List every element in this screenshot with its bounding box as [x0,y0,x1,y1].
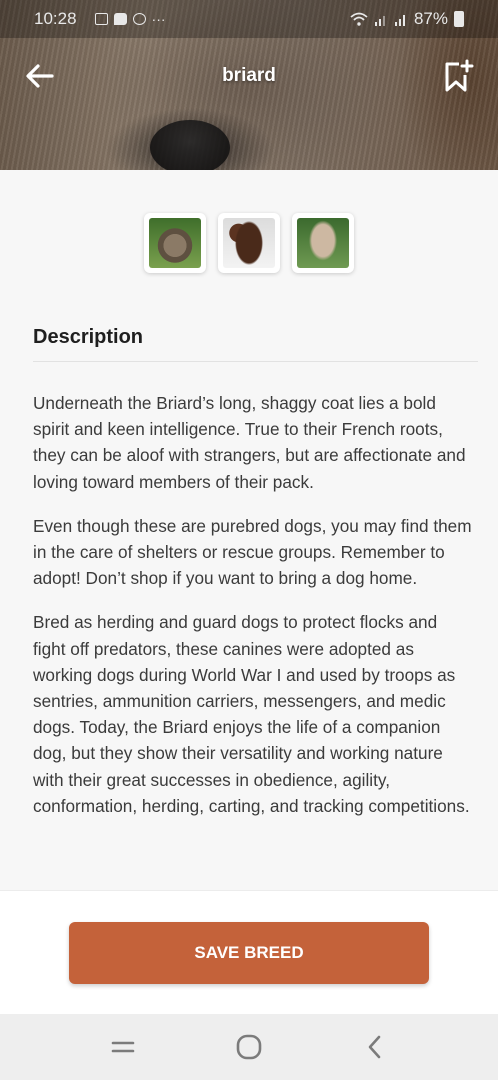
arrow-left-icon [26,64,54,88]
back-button[interactable] [22,60,58,92]
back-nav-button[interactable] [355,1027,395,1067]
description-paragraph: Bred as herding and guard dogs to protec… [33,612,470,816]
signal-icon [374,16,385,26]
battery-percent: 87% [413,9,448,28]
battery-charging-icon [454,11,464,27]
system-navigation-bar [0,1014,498,1080]
photo-thumbnails [0,213,498,273]
thumbnail-3[interactable] [292,213,354,273]
description-scroll-area[interactable]: Underneath the Briard’s long, shaggy coa… [0,372,498,890]
dog-nose [150,120,230,170]
home-icon [236,1034,262,1060]
briard-photo-3 [297,218,349,268]
breed-hero-image: 10:28 ··· 87% briard [0,0,498,170]
message-icon [113,13,127,25]
gallery-icon [94,13,108,25]
wifi-icon [350,12,368,26]
bookmark-button[interactable] [442,58,476,94]
footer-bar: SAVE BREED [0,890,498,1014]
briard-photo-2 [223,218,275,268]
whatsapp-icon [132,13,146,25]
thumbnail-2[interactable] [218,213,280,273]
description-heading: Description [33,326,478,362]
briard-photo-1 [149,218,201,268]
status-time: 10:28 [34,9,77,28]
status-bar: 10:28 ··· 87% [0,0,498,38]
save-breed-button[interactable]: SAVE BREED [69,922,429,984]
back-chevron-icon [368,1035,381,1059]
thumbnail-1[interactable] [144,213,206,273]
page-title: briard [222,65,276,86]
home-button[interactable] [229,1027,269,1067]
signal-icon [394,15,405,26]
description-paragraph: Underneath the Briard’s long, shaggy coa… [33,393,466,492]
app-bar: briard [0,50,498,102]
description-body: Underneath the Briard’s long, shaggy coa… [33,390,473,819]
recent-apps-icon [111,1041,135,1053]
description-paragraph: Even though these are purebred dogs, you… [33,515,472,589]
more-notifications: ··· [151,11,166,27]
bookmark-add-icon [445,59,474,92]
recent-apps-button[interactable] [103,1027,143,1067]
description-section: Description [33,326,478,362]
